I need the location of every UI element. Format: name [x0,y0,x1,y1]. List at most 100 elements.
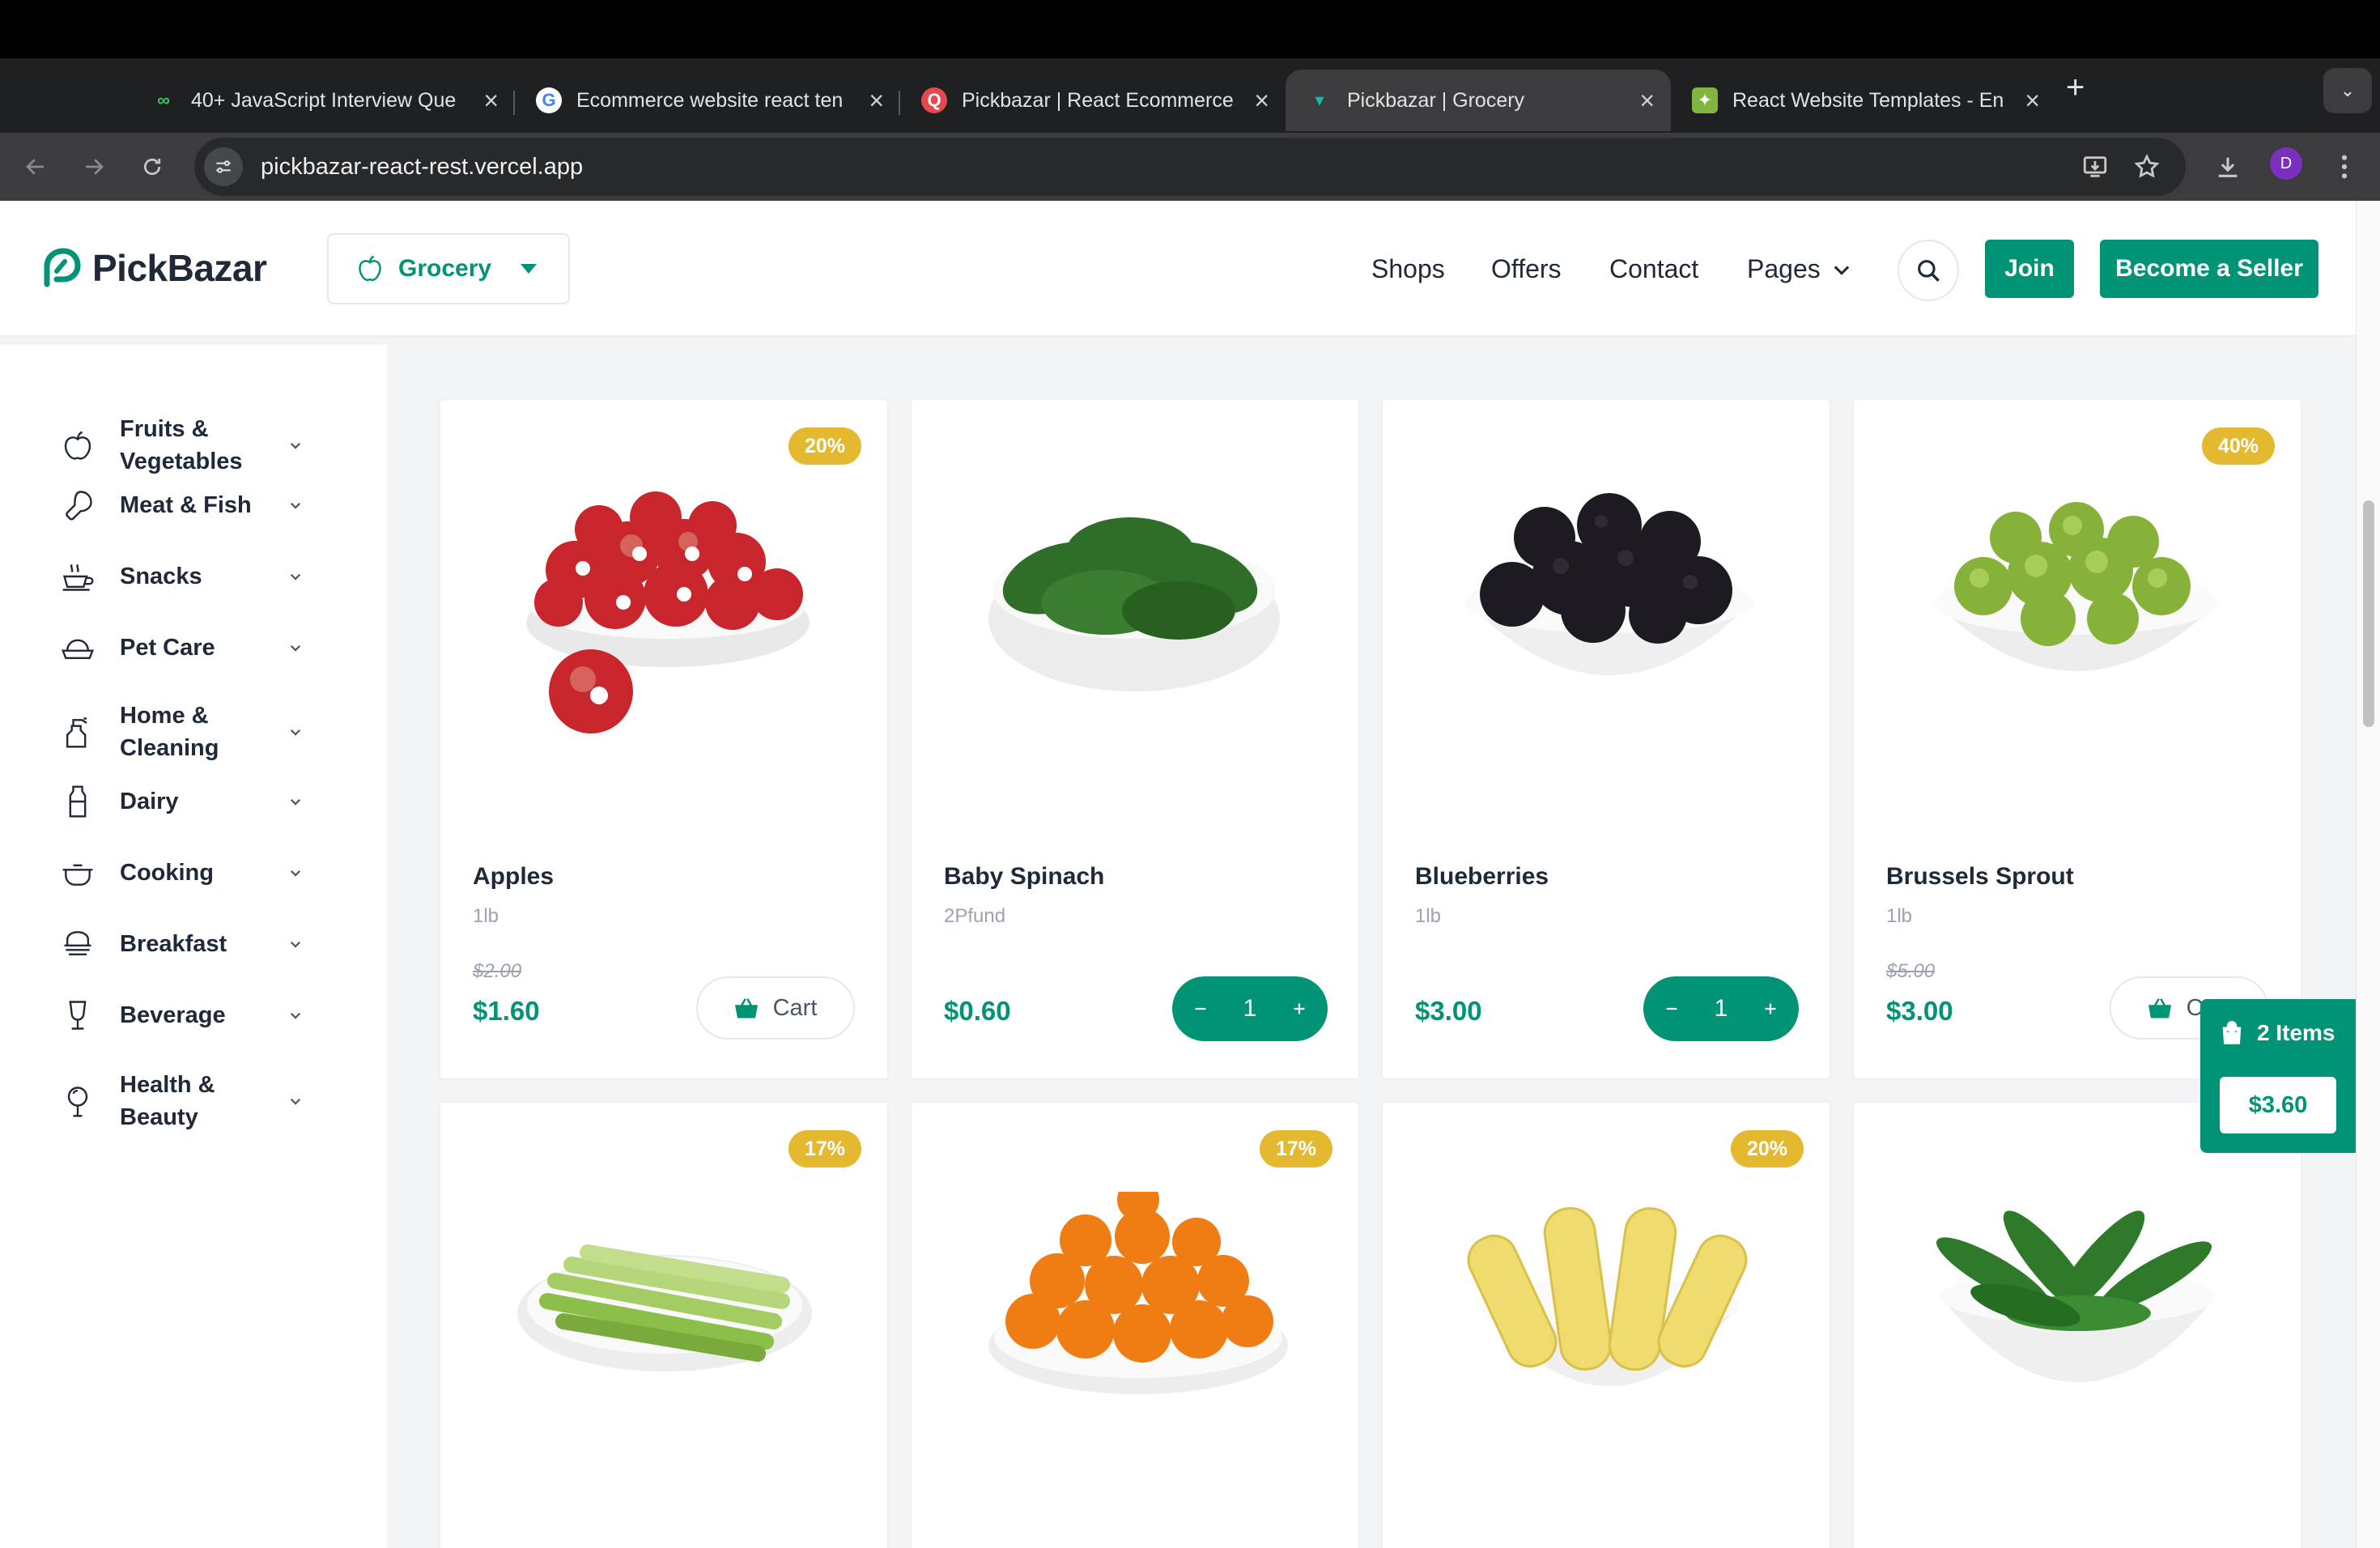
browser-tab-5[interactable]: ✦ React Website Templates - En × [1671,70,2056,131]
profile-avatar[interactable]: D [2270,147,2302,180]
cart-items-count-row: 2 Items [2221,1020,2335,1046]
new-tab-plus-icon[interactable]: + [2066,70,2085,106]
tab-title: Pickbazar | Grocery [1347,88,1525,112]
quantity-stepper[interactable]: 1 [1172,976,1328,1041]
blueberries-product-image[interactable] [1456,489,1763,724]
close-icon[interactable]: × [2025,86,2040,116]
brussels-sprout-product-image[interactable] [1927,497,2226,716]
pet-bowl-icon [61,639,95,660]
sidebar-item-cooking[interactable]: Cooking [60,855,303,891]
beauty-mirror-icon [67,1087,88,1117]
product-unit: 2Pfund [944,905,1006,927]
cucumber-product-image[interactable] [1928,1200,2228,1418]
sidebar-item-label: Home & Cleaning [120,703,219,761]
product-card-celery[interactable]: 17% [439,1101,889,1548]
discount-badge: 40% [2201,427,2275,465]
plus-icon[interactable] [1762,1000,1779,1018]
minus-icon[interactable] [1663,1000,1681,1018]
close-icon[interactable]: × [869,86,884,116]
sidebar-item-dairy[interactable]: Dairy [60,784,303,819]
browser-tab-4-active[interactable]: ▾ Pickbazar | Grocery × [1286,70,1671,131]
plus-icon[interactable] [1290,1000,1308,1018]
spray-bottle-icon [66,717,87,748]
browser-tab-2[interactable]: G Ecommerce website react ten × [515,70,900,131]
browser-menu-icon[interactable] [2325,147,2364,186]
product-card-corn[interactable]: 20% [1381,1101,1831,1548]
nav-contact-link[interactable]: Contact [1609,254,1698,284]
sidebar-item-home-cleaning[interactable]: Home & Cleaning [60,700,303,764]
scrollbar-thumb[interactable] [2363,500,2374,727]
tab-title: 40+ JavaScript Interview Que [191,88,457,112]
reload-icon[interactable] [133,147,172,186]
celery-product-image[interactable] [515,1224,814,1378]
browser-toolbar: pickbazar-react-rest.vercel.app [0,133,2380,201]
product-old-price: $2.00 [473,960,522,982]
product-price: $3.00 [1415,996,1482,1026]
shop-type-dropdown[interactable]: Grocery [327,233,570,304]
sidebar-item-beverage[interactable]: Beverage [60,997,303,1033]
page-scrollbar[interactable] [2356,201,2380,1548]
product-card-apples[interactable]: 20% Apples 1lb $2.00 $1.60 Cart [439,398,889,1080]
sidebar-item-label: Health & Beauty [120,1072,215,1130]
product-name: Baby Spinach [944,863,1105,890]
product-card-blueberries[interactable]: Blueberries 1lb $3.00 1 [1381,398,1831,1080]
floating-cart-summary[interactable]: 2 Items $3.60 [2200,999,2356,1153]
become-seller-button[interactable]: Become a Seller [2100,240,2318,298]
nav-offers[interactable]: Offers [1491,254,1562,284]
minus-icon[interactable] [1192,1000,1209,1018]
downloads-icon[interactable] [2208,147,2247,186]
cooking-pot-icon [62,864,93,886]
sidebar-item-health-beauty[interactable]: Health & Beauty [60,1069,303,1133]
forward-arrow-icon[interactable] [74,147,113,186]
baby-spinach-product-image[interactable] [984,505,1284,708]
nav-shops[interactable]: Shops [1371,254,1445,284]
tab-title: React Website Templates - En [1732,88,2004,112]
join-button[interactable]: Join [1985,240,2074,298]
product-name: Brussels Sprout [1886,863,2074,890]
discount-badge: 17% [788,1130,861,1167]
google-icon: G [536,87,562,113]
nav-pages-link[interactable]: Pages [1747,254,1821,284]
product-price: $0.60 [944,996,1011,1026]
sidebar-item-label: Cooking [120,860,214,886]
add-to-cart-button[interactable]: Cart [696,976,855,1040]
site-logo[interactable]: PickBazar [40,246,267,290]
sidebar-item-pet-care[interactable]: Pet Care [60,630,303,666]
quantity-stepper[interactable]: 1 [1643,976,1799,1041]
product-card-cucumber[interactable] [1852,1101,2302,1548]
search-button[interactable] [1898,240,1959,301]
site-settings-icon[interactable] [204,147,243,186]
address-bar[interactable]: pickbazar-react-rest.vercel.app [194,138,2186,196]
web-page: PickBazar Grocery Shops Offers Contact P… [0,201,2356,1548]
sidebar-item-snacks[interactable]: Snacks [60,559,303,594]
chevron-down-icon [290,502,301,509]
tab-search-chevron-icon[interactable]: ⌄ [2323,68,2372,113]
search-icon [1918,260,1940,282]
product-card-clementines[interactable]: 17% [910,1101,1360,1548]
close-icon[interactable]: × [1254,86,1269,116]
sidebar-item-breakfast[interactable]: Breakfast [60,926,303,962]
sidebar-item-fruits-vegetables[interactable]: Fruits & Vegetables [60,413,303,478]
apples-product-image[interactable] [518,473,818,740]
product-unit: 1lb [1415,905,1442,927]
nav-shops-link[interactable]: Shops [1371,254,1445,284]
discount-badge: 20% [788,427,861,465]
nav-contact[interactable]: Contact [1609,254,1698,284]
apple-icon [64,431,91,460]
corn-product-image[interactable] [1464,1200,1755,1410]
close-icon[interactable]: × [1639,86,1655,116]
bookmark-star-icon[interactable] [2127,147,2166,186]
nav-pages-dropdown[interactable]: Pages [1747,254,1853,284]
nav-offers-link[interactable]: Offers [1491,254,1562,284]
browser-tab-3[interactable]: Q Pickbazar | React Ecommerce × [900,70,1286,131]
product-card-baby-spinach[interactable]: Baby Spinach 2Pfund $0.60 1 [910,398,1360,1080]
back-arrow-icon[interactable] [16,147,55,186]
browser-tab-1[interactable]: ∞ 40+ JavaScript Interview Que × [130,70,515,131]
close-icon[interactable]: × [483,86,499,116]
product-card-brussels-sprout[interactable]: 40% Brussels Sprout 1lb $5.00 $3.00 Cart [1852,398,2302,1080]
clementines-product-image[interactable] [984,1192,1292,1402]
sidebar-item-label: Breakfast [120,931,227,957]
sidebar-item-meat-fish[interactable]: Meat & Fish [60,487,303,523]
cart-label: Cart [772,994,818,1021]
install-app-icon[interactable] [2076,147,2114,186]
